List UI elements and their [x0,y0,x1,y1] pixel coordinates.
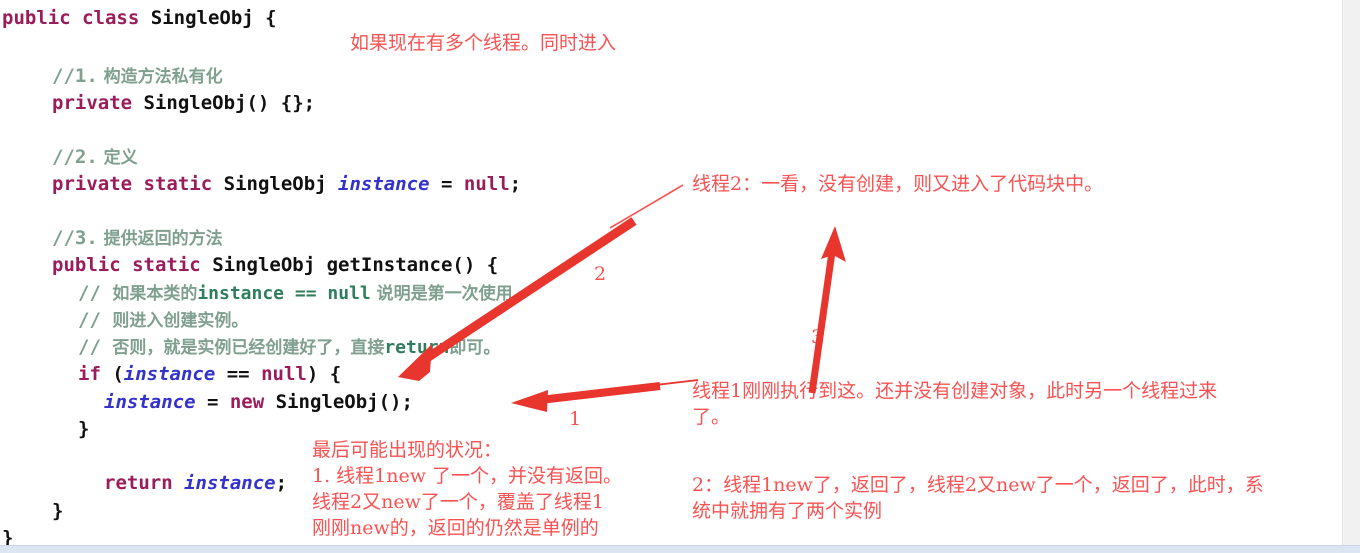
code-line[interactable]: //1. 构造方法私有化 [52,66,223,87]
left-edge-strip [0,0,2,553]
code-line[interactable]: return instance; [104,473,287,493]
code-line[interactable]: //2. 定义 [52,147,138,168]
code-token: instance [184,472,276,494]
code-token: SingleObj [223,173,327,195]
annotation-marker-2: 2 [594,263,607,285]
code-token: SingleObj [143,92,247,114]
code-token: (); [378,391,413,413]
code-token: 则进入创建实例。 [112,311,249,331]
code-token: private [52,173,133,195]
code-line[interactable]: // 否则，就是实例已经创建好了，直接return即可。 [78,337,500,358]
code-token: } [78,418,90,440]
code-token: // [78,309,113,331]
code-token: SingleObj [212,254,316,276]
code-token: 构造方法私有化 [97,67,223,87]
annotation-top-note: 如果现在有多个线程。同时进入 [350,32,617,54]
annotation-outcome-note-2: 2：线程1new了，返回了，线程2又new了一个，返回了，此时，系 统中就拥有了… [692,474,1264,522]
code-line[interactable]: instance = new SingleObj(); [104,392,413,412]
code-line[interactable]: private static SingleObj instance = null… [52,174,521,194]
code-token: class [82,7,140,29]
code-token: 如果本类的 [112,284,198,304]
code-line[interactable]: // 如果本类的instance == null 说明是第一次使用 [78,283,513,304]
code-line[interactable]: public static SingleObj getInstance() { [52,255,498,275]
code-token: 即可。 [449,338,501,358]
code-token: public [52,254,121,276]
code-token: 定义 [97,148,138,168]
code-token: SingleObj [275,391,379,413]
status-bar [0,545,1360,553]
code-token: null [463,173,510,195]
code-token: public [2,7,71,29]
annotation-thread1-note: 线程1刚刚执行到这。还并没有创建对象，此时另一个线程过来 了。 [692,380,1218,428]
code-line[interactable]: //3. 提供返回的方法 [52,228,223,249]
code-token: if [78,363,101,385]
code-token: instance [123,363,216,385]
code-token: return [104,472,173,494]
code-token: // [78,336,113,358]
vertical-scrollbar[interactable] [1342,0,1360,553]
code-token: instance [104,391,196,413]
code-token: //3. [52,227,98,249]
code-screenshot: public class SingleObj { //1. 构造方法私有化 priv… [0,0,1360,553]
code-line[interactable]: if (instance == null) { [78,364,341,384]
code-token: getInstance() { [315,254,499,276]
code-token: new [229,391,265,413]
code-line[interactable]: // 则进入创建实例。 [78,310,248,331]
code-token: instance == null [197,283,371,304]
code-token: == [215,363,262,385]
code-token: return [384,337,450,358]
code-line[interactable]: public class SingleObj { [2,8,277,28]
code-token: 否则，就是实例已经创建好了，直接 [112,338,385,358]
code-token: 提供返回的方法 [97,229,223,249]
code-token: private [52,92,133,114]
annotation-thread2-note: 线程2：一看，没有创建，则又进入了代码块中。 [692,173,1104,195]
code-token: static [132,254,201,276]
code-token: () {}; [246,92,316,114]
annotation-outcome-note: 最后可能出现的状况： 1. 线程1new 了一个，并没有返回。 线程2又new了… [312,439,623,539]
code-token: null [261,363,307,385]
code-token: //2. [52,146,98,168]
code-token: // [78,282,113,304]
code-token: instance [338,173,430,195]
code-line[interactable]: } [78,419,89,439]
code-token: } [52,500,64,522]
arrow-marker-3 [808,226,846,394]
code-token: = [195,391,230,413]
code-line[interactable]: private SingleObj() {}; [52,93,315,113]
annotation-marker-3: 3 [811,326,824,348]
code-token: static [143,173,213,195]
code-token: ; [275,472,288,494]
code-token: 说明是第一次使用 [370,284,513,304]
annotation-marker-1: 1 [569,408,582,430]
code-token: = [429,173,464,195]
code-token: ( [100,363,124,385]
code-line[interactable]: } [52,501,63,521]
code-token: ; [509,173,522,195]
code-token: { [253,7,277,29]
code-token: //1. [52,65,98,87]
code-token: ) { [306,363,342,385]
code-token: SingleObj [150,7,254,29]
